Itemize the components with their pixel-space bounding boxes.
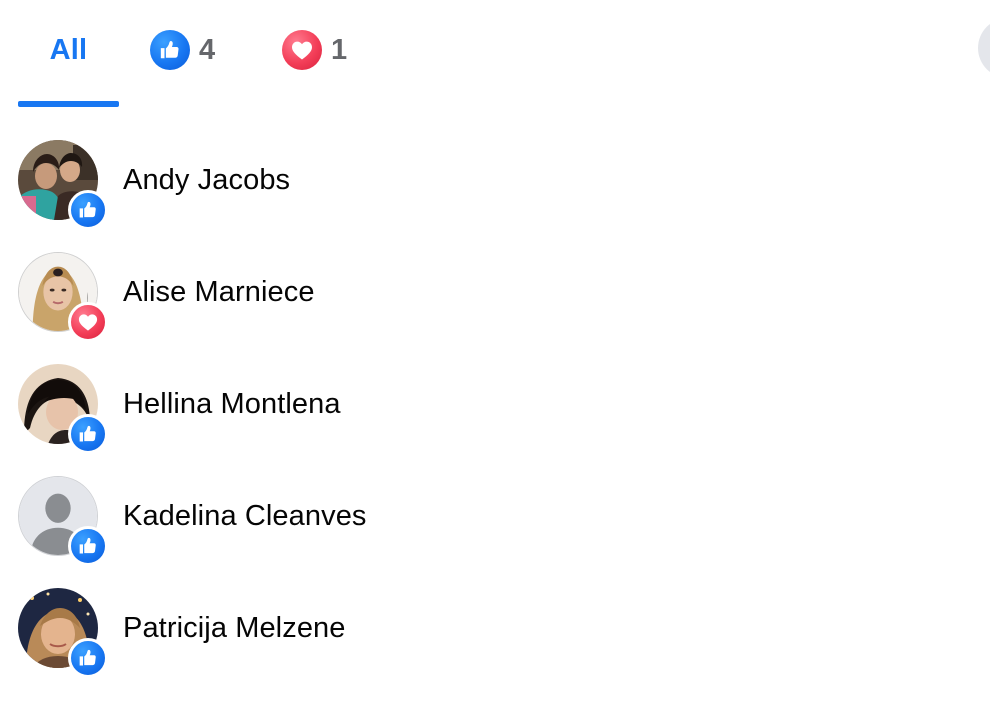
reactor-name[interactable]: Kadelina Cleanves: [123, 460, 367, 572]
reactor-name[interactable]: Hellina Montlena: [123, 348, 341, 460]
list-item[interactable]: Kadelina Cleanves: [0, 460, 990, 572]
list-item[interactable]: Andy Jacobs: [0, 124, 990, 236]
list-item[interactable]: Alise Marniece: [0, 236, 990, 348]
reaction-tabs: All 4 1: [0, 0, 990, 108]
avatar-container: [18, 364, 108, 454]
tab-love[interactable]: 1: [282, 0, 347, 100]
thumbs-up-icon: [68, 526, 108, 566]
tab-all[interactable]: All: [18, 0, 119, 100]
thumbs-up-icon: [68, 414, 108, 454]
tab-all-label: All: [49, 33, 88, 66]
love-count: 1: [331, 33, 348, 66]
heart-icon: [282, 30, 322, 70]
avatar-container: [18, 476, 108, 566]
avatar-container: [18, 588, 108, 678]
avatar-container: [18, 140, 108, 230]
reactions-dialog: All 4 1 Andy Jacobs Alise Marniece Helli…: [0, 0, 990, 714]
reactor-name[interactable]: Alise Marniece: [123, 236, 315, 348]
thumbs-up-icon: [150, 30, 190, 70]
avatar-container: [18, 252, 108, 342]
list-item[interactable]: Patricija Melzene: [0, 572, 990, 684]
list-item[interactable]: Hellina Montlena: [0, 348, 990, 460]
reactor-name[interactable]: Patricija Melzene: [123, 572, 346, 684]
reactors-list: Andy Jacobs Alise Marniece Hellina Montl…: [0, 124, 990, 684]
tab-like[interactable]: 4: [150, 0, 215, 100]
close-button[interactable]: [978, 18, 990, 78]
like-count: 4: [199, 33, 216, 66]
thumbs-up-icon: [68, 638, 108, 678]
thumbs-up-icon: [68, 190, 108, 230]
heart-icon: [68, 302, 108, 342]
active-tab-indicator: [18, 101, 119, 107]
reactor-name[interactable]: Andy Jacobs: [123, 124, 290, 236]
